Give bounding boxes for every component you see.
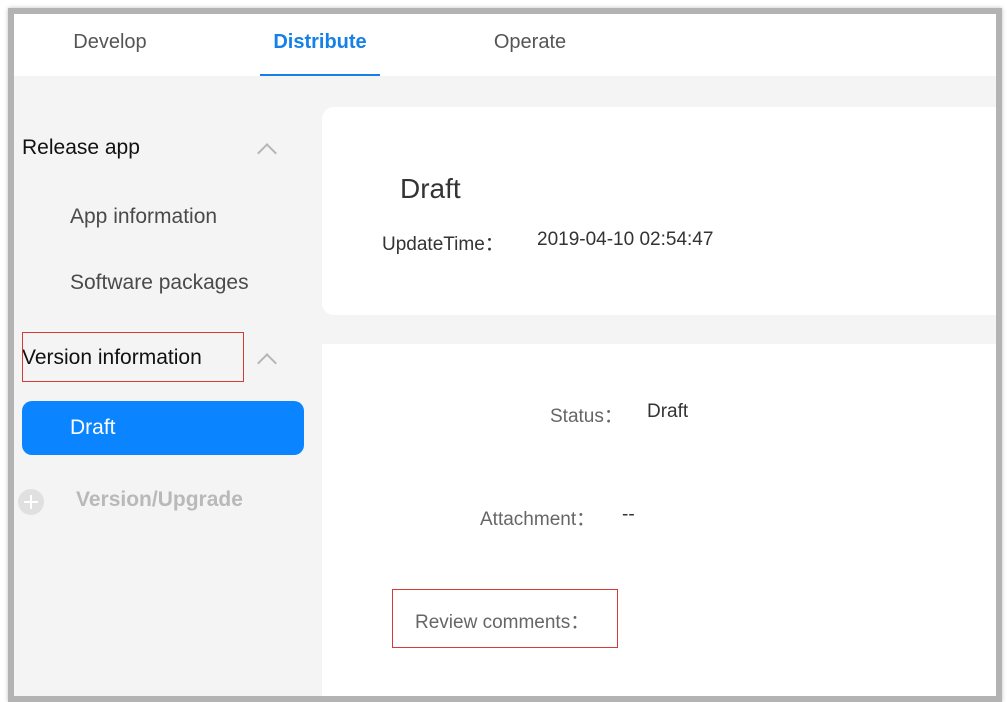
sidebar-item-software-packages[interactable]: Software packages: [70, 271, 249, 295]
sidebar-item-label: Draft: [70, 416, 116, 439]
app-window: Develop Distribute Operate Release app A…: [8, 8, 1002, 702]
highlight-box: [392, 589, 618, 648]
top-navigation: Develop Distribute Operate: [14, 14, 996, 76]
chevron-up-icon[interactable]: [257, 143, 277, 163]
version-summary-card: Draft UpdateTime： 2019-04-10 02:54:47: [322, 107, 996, 315]
attachment-label: Attachment：: [480, 509, 596, 530]
tab-develop[interactable]: Develop: [62, 14, 158, 76]
status-label: Status：: [550, 406, 623, 427]
update-time-value: 2019-04-10 02:54:47: [537, 229, 714, 250]
add-version-label[interactable]: Version/Upgrade: [76, 488, 243, 512]
sidebar-item-app-information[interactable]: App information: [70, 205, 217, 229]
tab-distribute[interactable]: Distribute: [260, 14, 380, 76]
status-value: Draft: [647, 401, 689, 422]
update-time-label: UpdateTime：: [382, 234, 504, 255]
sidebar: Release app App information Software pac…: [14, 76, 314, 696]
version-details-panel: Status： Draft Attachment： -- Review comm…: [322, 344, 996, 696]
chevron-up-icon[interactable]: [257, 353, 277, 373]
version-title: Draft: [400, 173, 461, 204]
plus-circle-icon[interactable]: [18, 489, 44, 515]
tab-operate[interactable]: Operate: [480, 14, 580, 76]
sidebar-group-release-app[interactable]: Release app: [22, 136, 140, 160]
highlight-box: [22, 332, 244, 382]
attachment-value: --: [622, 504, 635, 525]
sidebar-item-draft[interactable]: Draft: [22, 401, 304, 455]
